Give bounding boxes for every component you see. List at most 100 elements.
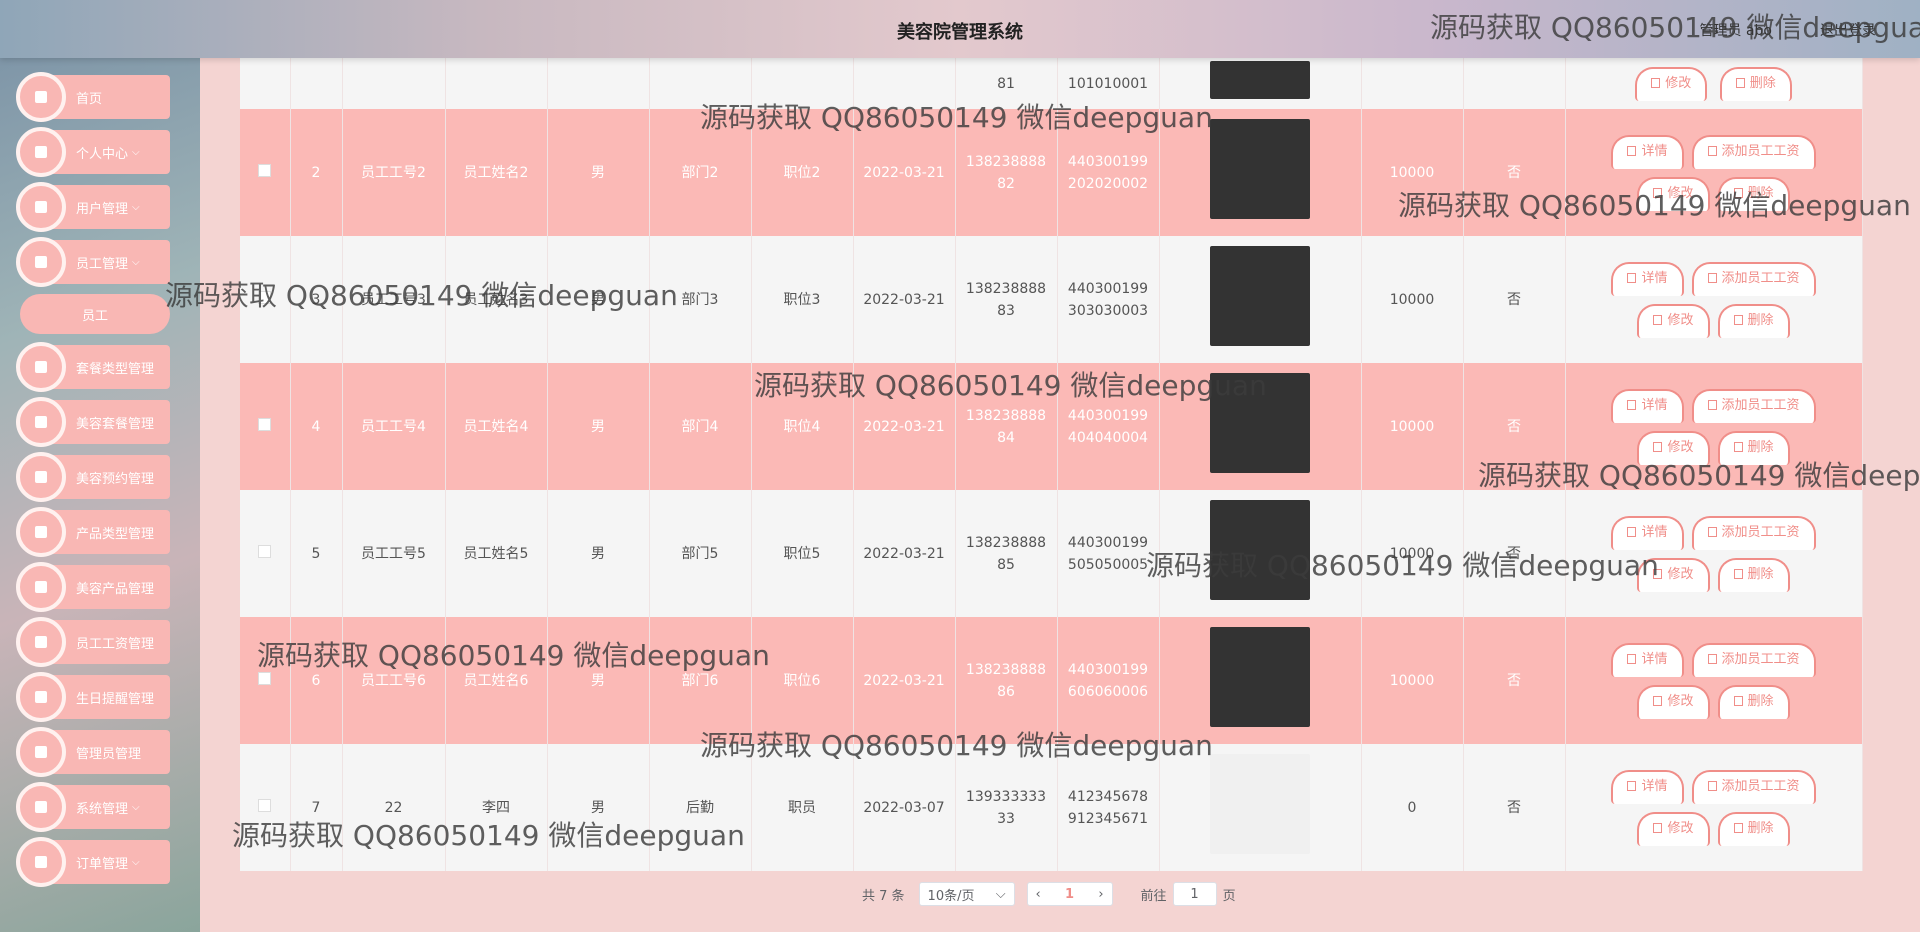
- cell-staff-name: 员工姓名3: [445, 236, 548, 363]
- cell-flag: 否: [1463, 617, 1566, 744]
- sidebar-item-label: 员工工资管理: [76, 636, 155, 652]
- delete-button[interactable]: 删除: [1717, 811, 1790, 846]
- cell-index: 3: [290, 236, 343, 363]
- delete-button[interactable]: 删除: [1719, 66, 1792, 101]
- logout-button[interactable]: 退出登录: [1820, 20, 1876, 40]
- sidebar-item-beauty-packages[interactable]: 美容套餐管理: [16, 397, 170, 447]
- sidebar-item-product-types[interactable]: 产品类型管理: [16, 507, 170, 557]
- prev-page-icon[interactable]: ‹: [1036, 887, 1041, 902]
- sidebar-item-home[interactable]: 首页: [16, 72, 170, 122]
- row-checkbox[interactable]: [258, 671, 272, 685]
- add-salary-button[interactable]: 添加员工工资: [1691, 769, 1816, 804]
- add-salary-button[interactable]: 添加员工工资: [1691, 642, 1816, 677]
- cell-staff-code: 员工工号4: [342, 363, 446, 490]
- sidebar-item-label: 美容产品管理: [76, 581, 155, 597]
- sidebar-item-label: 员工管理: [76, 256, 129, 272]
- detail-button[interactable]: 详情: [1611, 642, 1684, 677]
- goto-page-input[interactable]: 1: [1172, 882, 1217, 906]
- cell-id: 440300199 606060006: [1057, 617, 1160, 744]
- cell-date: 2022-03-21: [853, 617, 956, 744]
- sidebar-item-admins[interactable]: 管理员管理: [16, 727, 170, 777]
- edit-button[interactable]: 修改: [1637, 176, 1710, 211]
- sidebar-item-staff[interactable]: 员工管理 ⌵: [16, 237, 170, 287]
- grid-icon: [16, 617, 66, 667]
- sidebar-item-label: 个人中心: [76, 146, 129, 162]
- cell-staff-code: 22: [342, 744, 446, 871]
- delete-button[interactable]: 删除: [1717, 557, 1790, 592]
- detail-button[interactable]: 详情: [1611, 515, 1684, 550]
- trash-icon: [1733, 441, 1743, 452]
- cell-position: 职位4: [751, 363, 854, 490]
- trash-icon: [1733, 187, 1743, 198]
- page-suffix: 页: [1222, 888, 1236, 904]
- cell-flag: 否: [1463, 490, 1566, 617]
- edit-button[interactable]: 修改: [1635, 66, 1708, 101]
- sidebar-item-salaries[interactable]: 员工工资管理: [16, 617, 170, 667]
- detail-button[interactable]: 详情: [1611, 261, 1684, 296]
- table-row: 3 员工工号3 员工姓名3 男 部门3 职位3 2022-03-21 13823…: [240, 236, 1863, 363]
- edit-button[interactable]: 修改: [1637, 811, 1710, 846]
- add-salary-button[interactable]: 添加员工工资: [1691, 134, 1816, 169]
- delete-button[interactable]: 删除: [1717, 430, 1790, 465]
- grid-icon: [16, 782, 66, 832]
- trash-icon: [1735, 77, 1745, 88]
- cell-position: 职位5: [751, 490, 854, 617]
- sidebar-subitem-staff[interactable]: 员工: [20, 294, 170, 334]
- table-row: 6 员工工号6 员工姓名6 男 部门6 职位6 2022-03-21 13823…: [240, 617, 1863, 744]
- cell-staff-code: 员工工号6: [342, 617, 446, 744]
- row-checkbox[interactable]: [258, 544, 272, 558]
- staff-table: 81 101010001 修改 删除 2 员工工号2 员工姓名2 男 部门2 职…: [240, 58, 1863, 871]
- row-checkbox[interactable]: [258, 798, 272, 812]
- row-checkbox[interactable]: [258, 417, 272, 431]
- top-bar: 美容院管理系统 管理员 abo 退出登录: [0, 0, 1920, 58]
- sidebar-item-appointments[interactable]: 美容预约管理: [16, 452, 170, 502]
- edit-button[interactable]: 修改: [1637, 557, 1710, 592]
- add-salary-button[interactable]: 添加员工工资: [1691, 515, 1816, 550]
- cell-salary: 10000: [1361, 363, 1464, 490]
- sidebar: 首页 个人中心 ⌵ 用户管理 ⌵ 员工管理 ⌵ 员工 套餐类型管理 美容套餐管理…: [0, 58, 200, 932]
- bookmark-icon: [16, 452, 66, 502]
- calendar-icon: [16, 672, 66, 722]
- page-size-select[interactable]: 10条/页 ⌵: [918, 882, 1015, 906]
- row-checkbox[interactable]: [258, 290, 272, 304]
- cell-phone: 138238888 84: [955, 363, 1058, 490]
- current-page[interactable]: 1: [1065, 887, 1074, 902]
- staff-photo: [1210, 246, 1310, 346]
- detail-button[interactable]: 详情: [1611, 388, 1684, 423]
- pager: ‹ 1 ›: [1026, 882, 1113, 906]
- detail-button[interactable]: 详情: [1611, 769, 1684, 804]
- cell-index: 4: [290, 363, 343, 490]
- cell-staff-name: 员工姓名6: [445, 617, 548, 744]
- sidebar-item-label: 首页: [76, 91, 103, 107]
- sidebar-item-users[interactable]: 用户管理 ⌵: [16, 182, 170, 232]
- add-salary-button[interactable]: 添加员工工资: [1691, 261, 1816, 296]
- staff-photo: [1210, 754, 1310, 854]
- cell-staff-name: 李四: [445, 744, 548, 871]
- sidebar-item-profile[interactable]: 个人中心 ⌵: [16, 127, 170, 177]
- delete-button[interactable]: 删除: [1717, 303, 1790, 338]
- edit-button[interactable]: 修改: [1637, 303, 1710, 338]
- cell-department: 部门3: [649, 236, 752, 363]
- cell-salary: 10000: [1361, 490, 1464, 617]
- edit-button[interactable]: 修改: [1637, 684, 1710, 719]
- monitor-icon: [16, 342, 66, 392]
- row-checkbox[interactable]: [258, 163, 272, 177]
- detail-icon: [1707, 653, 1717, 664]
- sidebar-item-system[interactable]: 系统管理 ⌵: [16, 782, 170, 832]
- sidebar-item-package-types[interactable]: 套餐类型管理: [16, 342, 170, 392]
- sidebar-item-orders[interactable]: 订单管理 ⌵: [16, 837, 170, 887]
- next-page-icon[interactable]: ›: [1098, 887, 1103, 902]
- detail-button[interactable]: 详情: [1611, 134, 1684, 169]
- edit-button[interactable]: 修改: [1637, 430, 1710, 465]
- cell-phone: 138238888 82: [955, 109, 1058, 236]
- sidebar-item-products[interactable]: 美容产品管理: [16, 562, 170, 612]
- cell-salary: 10000: [1361, 617, 1464, 744]
- cell-staff-code: 员工工号5: [342, 490, 446, 617]
- delete-button[interactable]: 删除: [1717, 684, 1790, 719]
- grid-icon: [16, 397, 66, 447]
- add-salary-button[interactable]: 添加员工工资: [1691, 388, 1816, 423]
- cell-phone: 138238888 86: [955, 617, 1058, 744]
- staff-icon: [16, 237, 66, 287]
- delete-button[interactable]: 删除: [1717, 176, 1790, 211]
- sidebar-item-birthdays[interactable]: 生日提醒管理: [16, 672, 170, 722]
